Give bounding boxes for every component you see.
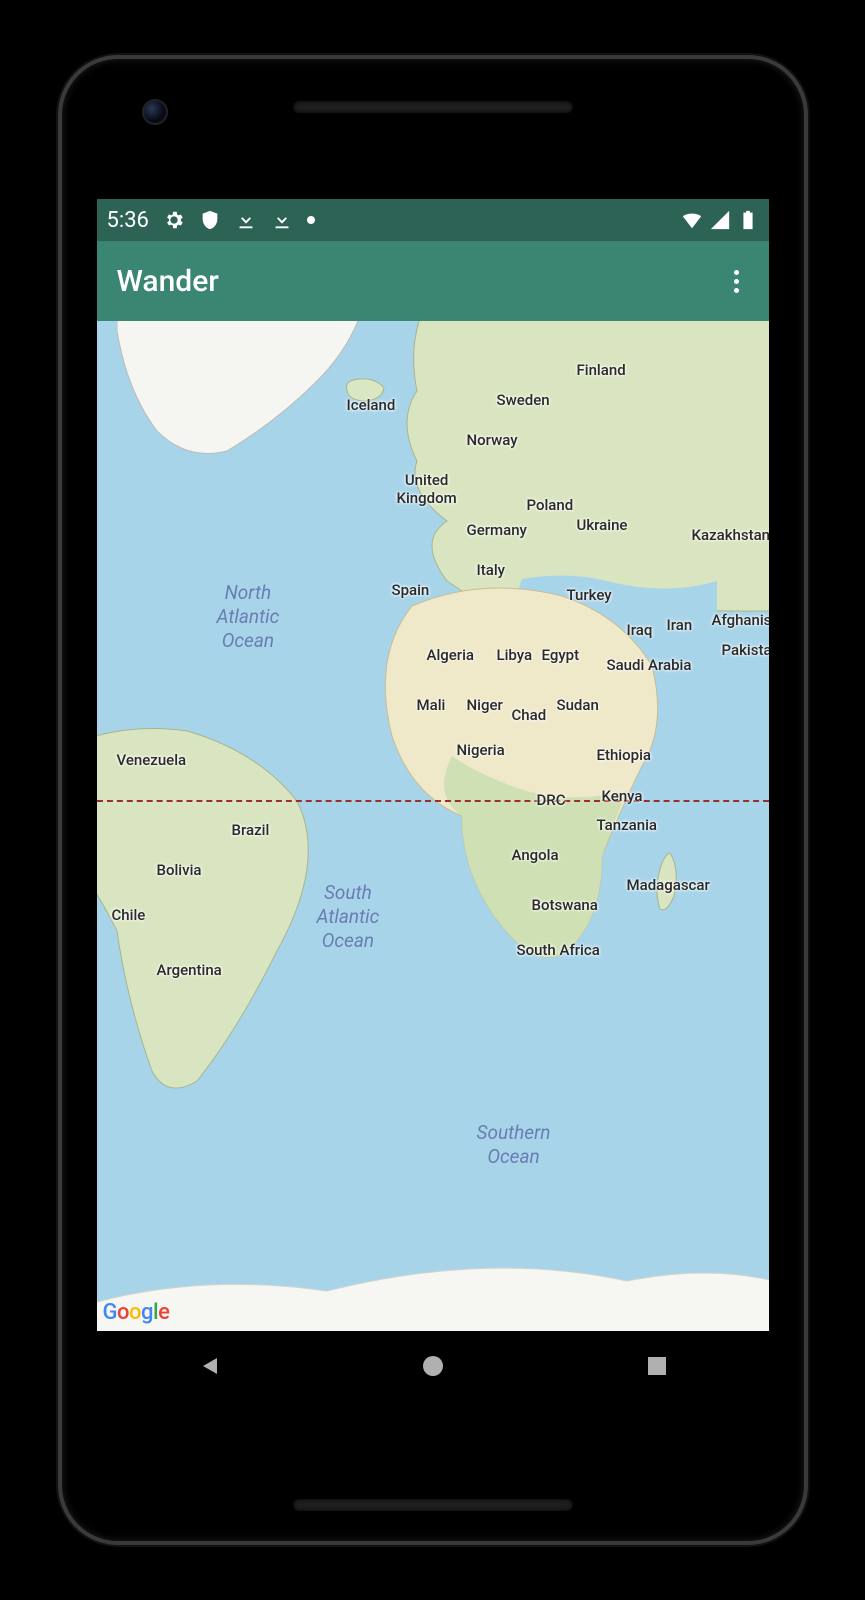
place-label: Argentina xyxy=(157,961,222,979)
status-bar: 5:36 xyxy=(97,199,769,241)
place-label: Botswana xyxy=(532,896,598,914)
water-label: SouthAtlanticOcean xyxy=(317,881,380,952)
home-button[interactable] xyxy=(413,1346,453,1386)
map-view[interactable]: Google NorthAtlanticOcean SouthAtlanticOc… xyxy=(97,321,769,1331)
place-label: Chad xyxy=(512,706,547,724)
bottom-speaker xyxy=(293,1499,573,1511)
place-label: Tanzania xyxy=(597,816,658,834)
water-label: NorthAtlanticOcean xyxy=(217,581,280,652)
landmass-antarctica xyxy=(97,1241,769,1331)
app-title: Wander xyxy=(117,264,219,299)
place-label: Kenya xyxy=(602,787,643,805)
place-label: Niger xyxy=(467,696,503,714)
place-label: DRC xyxy=(537,791,566,809)
phone-side-button xyxy=(806,399,808,509)
place-label: Madagascar xyxy=(627,876,710,894)
place-label: Afghanistan xyxy=(712,611,769,629)
place-label: Germany xyxy=(467,521,527,539)
back-button[interactable] xyxy=(189,1346,229,1386)
place-label: Iraq xyxy=(627,621,653,639)
place-label: Pakistan xyxy=(722,641,769,659)
place-label: Iceland xyxy=(347,396,396,414)
place-label: Angola xyxy=(512,846,559,864)
place-label: Norway xyxy=(467,431,518,449)
signal-icon xyxy=(709,209,731,231)
place-label: Iran xyxy=(667,616,693,634)
phone-side-button xyxy=(806,619,808,829)
place-label: Turkey xyxy=(567,586,612,604)
place-label: Italy xyxy=(477,561,506,579)
place-label: Algeria xyxy=(427,646,475,664)
place-label: Bolivia xyxy=(157,861,202,879)
google-attribution: Google xyxy=(103,1300,170,1325)
place-label: Libya xyxy=(497,646,533,664)
navigation-bar xyxy=(97,1331,769,1401)
recent-apps-button[interactable] xyxy=(637,1346,677,1386)
place-label: Spain xyxy=(392,581,430,599)
wifi-icon xyxy=(681,209,703,231)
place-label: Sudan xyxy=(557,696,599,714)
place-label: Nigeria xyxy=(457,741,505,759)
equator-line xyxy=(97,800,769,802)
place-label: UnitedKingdom xyxy=(397,471,457,507)
status-left: 5:36 xyxy=(107,208,315,233)
shield-icon xyxy=(199,209,221,231)
place-label: South Africa xyxy=(517,941,600,959)
status-dot-icon xyxy=(307,216,315,224)
place-label: Poland xyxy=(527,496,574,514)
battery-icon xyxy=(737,209,759,231)
overflow-menu-button[interactable] xyxy=(724,260,749,303)
phone-frame: 5:36 xyxy=(58,55,808,1545)
screen: 5:36 xyxy=(97,199,769,1401)
phone-side-button xyxy=(58,449,60,509)
app-bar: Wander xyxy=(97,241,769,321)
water-label: SouthernOcean xyxy=(477,1121,551,1169)
place-label: Sweden xyxy=(497,391,550,409)
status-right xyxy=(681,209,759,231)
place-label: Ethiopia xyxy=(597,746,651,764)
front-camera xyxy=(142,99,168,125)
download-icon xyxy=(235,209,257,231)
place-label: Venezuela xyxy=(117,751,187,769)
place-label: Finland xyxy=(577,361,626,379)
place-label: Mali xyxy=(417,696,446,714)
download-icon xyxy=(271,209,293,231)
gear-icon xyxy=(163,209,185,231)
place-label: Ukraine xyxy=(577,516,628,534)
place-label: Egypt xyxy=(542,646,580,664)
place-label: Chile xyxy=(112,906,146,924)
earpiece-speaker xyxy=(293,101,573,113)
status-clock: 5:36 xyxy=(107,208,149,233)
place-label: Kazakhstan xyxy=(692,526,769,544)
place-label: Brazil xyxy=(232,821,270,839)
place-label: Saudi Arabia xyxy=(607,656,692,674)
landmass-greenland xyxy=(117,321,377,471)
